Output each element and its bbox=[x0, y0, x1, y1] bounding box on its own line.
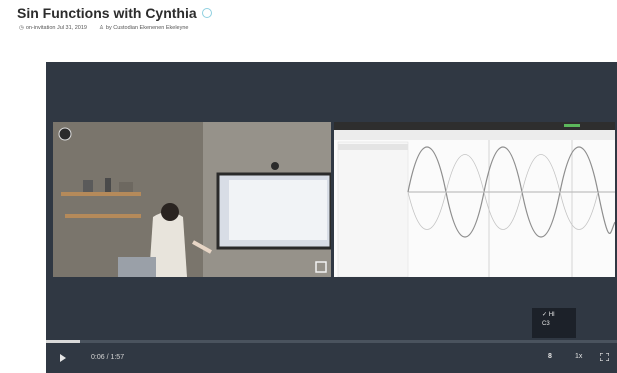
user-icon: ♙ bbox=[98, 25, 104, 31]
verified-icon bbox=[201, 8, 212, 18]
clock-icon: ◷ bbox=[19, 25, 24, 31]
quality-option-c3[interactable]: C3 bbox=[532, 318, 576, 327]
video-player[interactable]: ✓ HI C3 0:06 / 1:57 8 1x bbox=[46, 62, 617, 373]
play-icon[interactable] bbox=[60, 354, 66, 362]
page-title: Sin Functions with Cynthia bbox=[17, 5, 212, 21]
video-meta: ◷ on-invitation Jul 31, 2019 ♙ by Custodia… bbox=[19, 25, 188, 31]
meta-author: ♙ by Custodian Ekenenen Ekeleyne bbox=[98, 25, 189, 31]
captions-button[interactable]: 8 bbox=[548, 353, 552, 360]
video-pane-screen bbox=[334, 122, 615, 277]
meta-date: ◷ on-invitation Jul 31, 2019 bbox=[19, 25, 87, 31]
quality-option-hi[interactable]: ✓ HI bbox=[532, 308, 576, 318]
time-display: 0:06 / 1:57 bbox=[91, 354, 125, 361]
title-text: Sin Functions with Cynthia bbox=[17, 5, 197, 21]
progress-fill bbox=[46, 340, 81, 343]
graph-screen bbox=[334, 122, 615, 277]
fullscreen-icon[interactable] bbox=[600, 353, 609, 361]
quality-menu[interactable]: ✓ HI C3 bbox=[532, 308, 576, 338]
video-pane-classroom bbox=[53, 122, 331, 277]
speed-button[interactable]: 1x bbox=[575, 353, 582, 360]
classroom-frame bbox=[53, 122, 331, 277]
progress-bar[interactable] bbox=[46, 340, 617, 343]
